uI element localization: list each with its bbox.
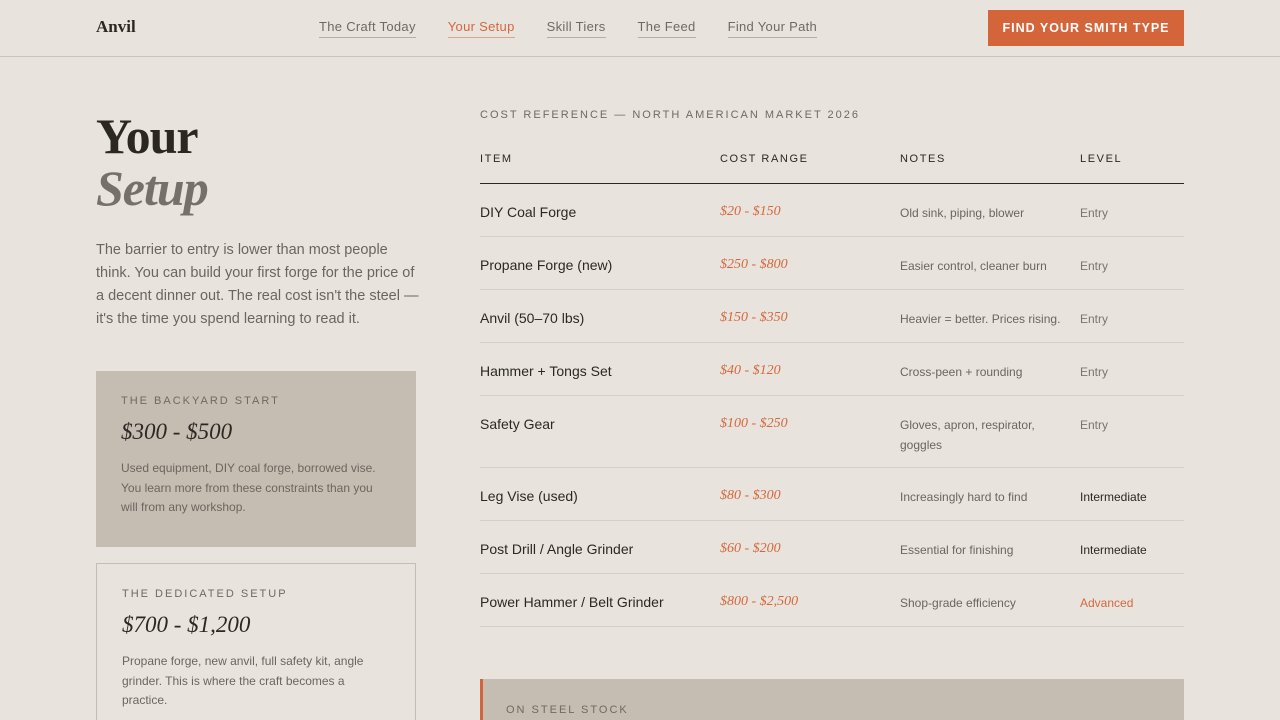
setup-card-backyard: THE BACKYARD START $300 - $500 Used equi… <box>96 371 416 547</box>
cell-item: Leg Vise (used) <box>480 488 578 504</box>
cell-item: Post Drill / Angle Grinder <box>480 541 634 557</box>
page-title-line-2: Setup <box>96 160 209 216</box>
cell-cost: $80 - $300 <box>720 488 781 503</box>
table-row: Post Drill / Angle Grinder $60 - $200 Es… <box>480 521 1184 574</box>
cell-item: Propane Forge (new) <box>480 257 613 273</box>
cell-item: Power Hammer / Belt Grinder <box>480 594 664 610</box>
cell-notes: Easier control, cleaner burn <box>900 259 1047 273</box>
cell-notes: Gloves, apron, respirator, goggles <box>900 418 1035 452</box>
intro-paragraph: The barrier to entry is lower than most … <box>96 242 419 327</box>
cell-notes: Shop-grade efficiency <box>900 596 1016 610</box>
page-title: Your Setup <box>96 108 209 216</box>
nav-link-skill-tiers[interactable]: Skill Tiers <box>546 19 606 38</box>
cell-cost: $20 - $150 <box>720 204 781 219</box>
top-nav-bar: Anvil The Craft Today Your Setup Skill T… <box>0 0 1280 57</box>
cell-cost: $40 - $120 <box>720 363 781 378</box>
level-badge: Entry <box>1080 259 1109 273</box>
setup-card-price: $300 - $500 <box>121 419 233 444</box>
level-badge: Entry <box>1080 365 1109 379</box>
cell-item: DIY Coal Forge <box>480 204 577 220</box>
nav-link-the-feed[interactable]: The Feed <box>637 19 696 38</box>
cell-cost: $250 - $800 <box>720 257 788 272</box>
level-badge: Intermediate <box>1080 543 1147 557</box>
level-badge: Entry <box>1080 418 1109 432</box>
level-badge: Advanced <box>1080 596 1134 610</box>
table-row: Hammer + Tongs Set $40 - $120 Cross-peen… <box>480 343 1184 396</box>
level-badge: Entry <box>1080 206 1109 220</box>
cell-item: Hammer + Tongs Set <box>480 363 612 379</box>
setup-card-description: Propane forge, new anvil, full safety ki… <box>122 654 364 708</box>
nav-link-craft-today[interactable]: The Craft Today <box>319 19 416 38</box>
setup-card-description: Used equipment, DIY coal forge, borrowed… <box>121 461 376 515</box>
steel-stock-label: ON STEEL STOCK <box>506 704 629 716</box>
cell-cost: $800 - $2,500 <box>720 594 799 609</box>
table-row: Safety Gear $100 - $250 Gloves, apron, r… <box>480 396 1184 468</box>
column-header-notes: NOTES <box>900 153 946 165</box>
cell-notes: Heavier = better. Prices rising. <box>900 312 1061 326</box>
page-title-line-1: Your <box>96 108 199 164</box>
cell-cost: $60 - $200 <box>720 541 781 556</box>
table-row: Anvil (50–70 lbs) $150 - $350 Heavier = … <box>480 290 1184 343</box>
cell-cost: $150 - $350 <box>720 310 788 325</box>
setup-card-label: THE DEDICATED SETUP <box>122 588 288 600</box>
table-header-row: ITEM COST RANGE NOTES LEVEL <box>480 153 1184 184</box>
cell-item: Safety Gear <box>480 416 555 432</box>
nav-link-find-your-path[interactable]: Find Your Path <box>727 19 818 38</box>
level-badge: Intermediate <box>1080 490 1147 504</box>
find-smith-type-button[interactable]: FIND YOUR SMITH TYPE <box>988 10 1184 46</box>
table-row: Power Hammer / Belt Grinder $800 - $2,50… <box>480 574 1184 627</box>
main-nav: The Craft Today Your Setup Skill Tiers T… <box>319 19 818 38</box>
level-badge: Entry <box>1080 312 1109 326</box>
cost-table: ITEM COST RANGE NOTES LEVEL DIY Coal For… <box>480 153 1184 627</box>
nav-link-your-setup[interactable]: Your Setup <box>447 19 515 38</box>
cell-notes: Old sink, piping, blower <box>900 206 1025 220</box>
brand-logo[interactable]: Anvil <box>96 17 136 37</box>
column-header-level: LEVEL <box>1080 153 1123 165</box>
cell-notes: Increasingly hard to find <box>900 490 1028 504</box>
column-header-item: ITEM <box>480 153 513 165</box>
table-caption: COST REFERENCE — NORTH AMERICAN MARKET 2… <box>480 109 861 121</box>
table-row: Propane Forge (new) $250 - $800 Easier c… <box>480 237 1184 290</box>
setup-card-dedicated: THE DEDICATED SETUP $700 - $1,200 Propan… <box>96 563 416 720</box>
cell-cost: $100 - $250 <box>720 416 788 431</box>
cell-notes: Cross-peen + rounding <box>900 365 1023 379</box>
column-header-cost-range: COST RANGE <box>720 153 809 165</box>
setup-card-price: $700 - $1,200 <box>122 612 251 637</box>
setup-card-label: THE BACKYARD START <box>121 395 280 407</box>
steel-stock-callout: ON STEEL STOCK <box>480 679 1184 720</box>
table-row: DIY Coal Forge $20 - $150 Old sink, pipi… <box>480 184 1184 237</box>
cell-notes: Essential for finishing <box>900 543 1014 557</box>
cell-item: Anvil (50–70 lbs) <box>480 310 585 326</box>
table-row: Leg Vise (used) $80 - $300 Increasingly … <box>480 468 1184 521</box>
